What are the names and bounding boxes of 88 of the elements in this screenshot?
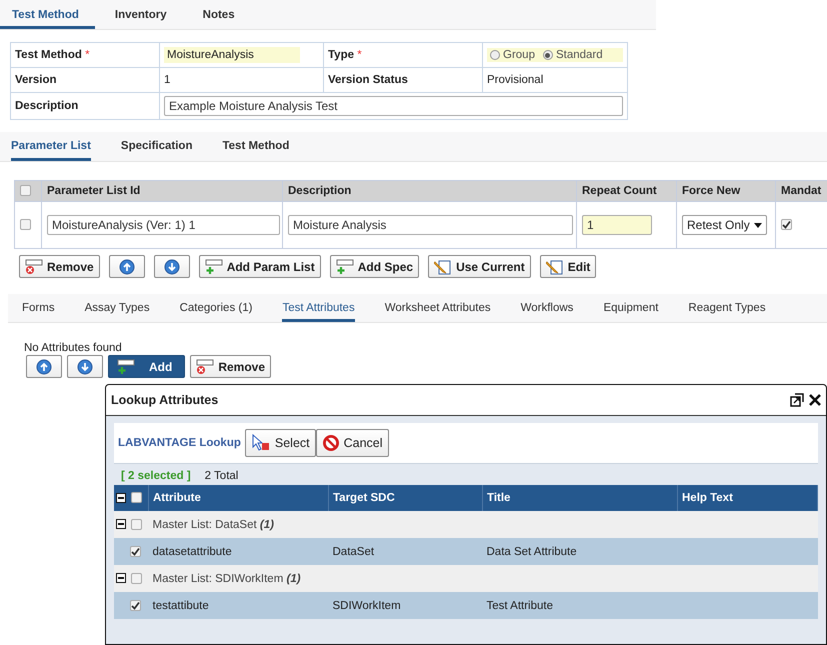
checkbox[interactable]	[131, 518, 142, 530]
group-label: Master List: DataSet (1)	[152, 518, 274, 530]
button[interactable]: Add	[108, 355, 186, 378]
tab[interactable]: Assay Types	[84, 294, 150, 322]
tab[interactable]: Inventory	[102, 0, 183, 29]
restore-window-icon[interactable]	[790, 393, 804, 407]
button[interactable]: Remove	[190, 355, 272, 378]
column-header: Parameter List Id	[47, 185, 140, 197]
description-field[interactable]: Example Moisture Analysis Test	[164, 96, 623, 116]
tab[interactable]: Test Attributes	[282, 294, 355, 322]
button[interactable]: Edit	[540, 255, 596, 278]
collapse-icon[interactable]	[116, 519, 126, 530]
field-value: 1	[164, 74, 170, 86]
tab[interactable]: Forms	[22, 294, 55, 322]
total-count: 2 Total	[204, 470, 238, 482]
column-header: Attribute	[153, 492, 201, 504]
tab[interactable]: Test Method	[222, 132, 290, 161]
radio-option[interactable]: Standard	[542, 49, 603, 61]
button[interactable]: Add Spec	[330, 255, 420, 278]
input-field[interactable]: MoistureAnalysis	[164, 47, 300, 63]
tab[interactable]: Notes	[190, 0, 251, 29]
move-down-button[interactable]	[154, 255, 190, 278]
add-icon	[204, 258, 223, 274]
table-cell: testattibute	[152, 600, 209, 612]
table-cell: datasetattribute	[152, 546, 232, 558]
checkbox[interactable]	[20, 185, 31, 196]
column-header: Force New	[682, 185, 740, 197]
tab[interactable]: Categories (1)	[180, 294, 252, 322]
column-header: Mandat	[781, 185, 822, 197]
dropdown[interactable]: Retest Only	[682, 215, 767, 235]
selected-count: [ 2 selected ]	[121, 470, 191, 482]
column-header: Title	[487, 492, 510, 504]
tab[interactable]: Test Method	[0, 0, 95, 29]
tab[interactable]: Equipment	[603, 294, 658, 322]
button[interactable]: Add Param List	[198, 255, 321, 278]
required-mark: *	[357, 49, 362, 61]
tab[interactable]: Reagent Types	[688, 294, 766, 322]
dialog-title: Lookup Attributes	[111, 393, 218, 407]
remove-icon	[196, 358, 214, 374]
checkbox[interactable]	[781, 219, 792, 230]
add-icon	[117, 358, 135, 374]
remove-icon	[25, 258, 43, 274]
field-label: Version	[15, 74, 57, 86]
pencil-icon	[434, 258, 452, 274]
tab[interactable]: Parameter List	[11, 132, 91, 161]
checkbox[interactable]	[20, 219, 31, 230]
table-cell: Test Attribute	[486, 600, 553, 612]
field-label: Test Method	[15, 49, 82, 61]
field-label: Description	[15, 100, 78, 112]
checkbox[interactable]	[131, 492, 142, 504]
checkbox[interactable]	[130, 546, 141, 557]
column-header: Repeat Count	[582, 185, 657, 197]
move-up-button[interactable]	[26, 355, 62, 378]
button[interactable]: Remove	[19, 255, 100, 278]
field-label: Type	[328, 49, 354, 61]
button[interactable]: Use Current	[428, 255, 531, 278]
input-field[interactable]: 1	[582, 215, 652, 235]
input-field[interactable]: Moisture Analysis	[288, 215, 573, 235]
column-header: Target SDC	[333, 492, 395, 504]
field-value: Provisional	[487, 74, 544, 86]
add-icon	[336, 258, 354, 274]
column-header: Description	[288, 185, 352, 197]
move-down-button[interactable]	[67, 355, 103, 378]
pencil-icon	[546, 258, 564, 274]
lookup-label: LABVANTAGE Lookup	[118, 437, 241, 449]
radio-option[interactable]: Group	[490, 49, 535, 61]
field-label: Version Status	[328, 74, 408, 86]
button[interactable]: Cancel	[316, 429, 389, 457]
table-cell: SDIWorkItem	[332, 600, 401, 612]
checkbox[interactable]	[131, 572, 142, 584]
table-cell: DataSet	[332, 546, 374, 558]
collapse-icon[interactable]	[116, 573, 126, 584]
column-header: Help Text	[682, 492, 733, 504]
input-field[interactable]: MoistureAnalysis (Ver: 1) 1	[47, 215, 280, 235]
button[interactable]: Select	[244, 429, 316, 457]
table-cell: Data Set Attribute	[486, 546, 577, 558]
tab[interactable]: Workflows	[520, 294, 574, 322]
no-entry-icon	[322, 434, 340, 452]
required-mark: *	[85, 49, 90, 61]
move-up-button[interactable]	[108, 255, 145, 278]
collapse-all-icon[interactable]	[116, 492, 126, 503]
tab[interactable]: Specification	[120, 132, 192, 161]
checkbox[interactable]	[130, 600, 141, 611]
tab[interactable]: Worksheet Attributes	[384, 294, 491, 322]
group-label: Master List: SDIWorkItem (1)	[152, 572, 301, 584]
cursor-icon	[250, 434, 271, 452]
close-icon[interactable]	[808, 393, 822, 407]
empty-message: No Attributes found	[24, 342, 123, 354]
